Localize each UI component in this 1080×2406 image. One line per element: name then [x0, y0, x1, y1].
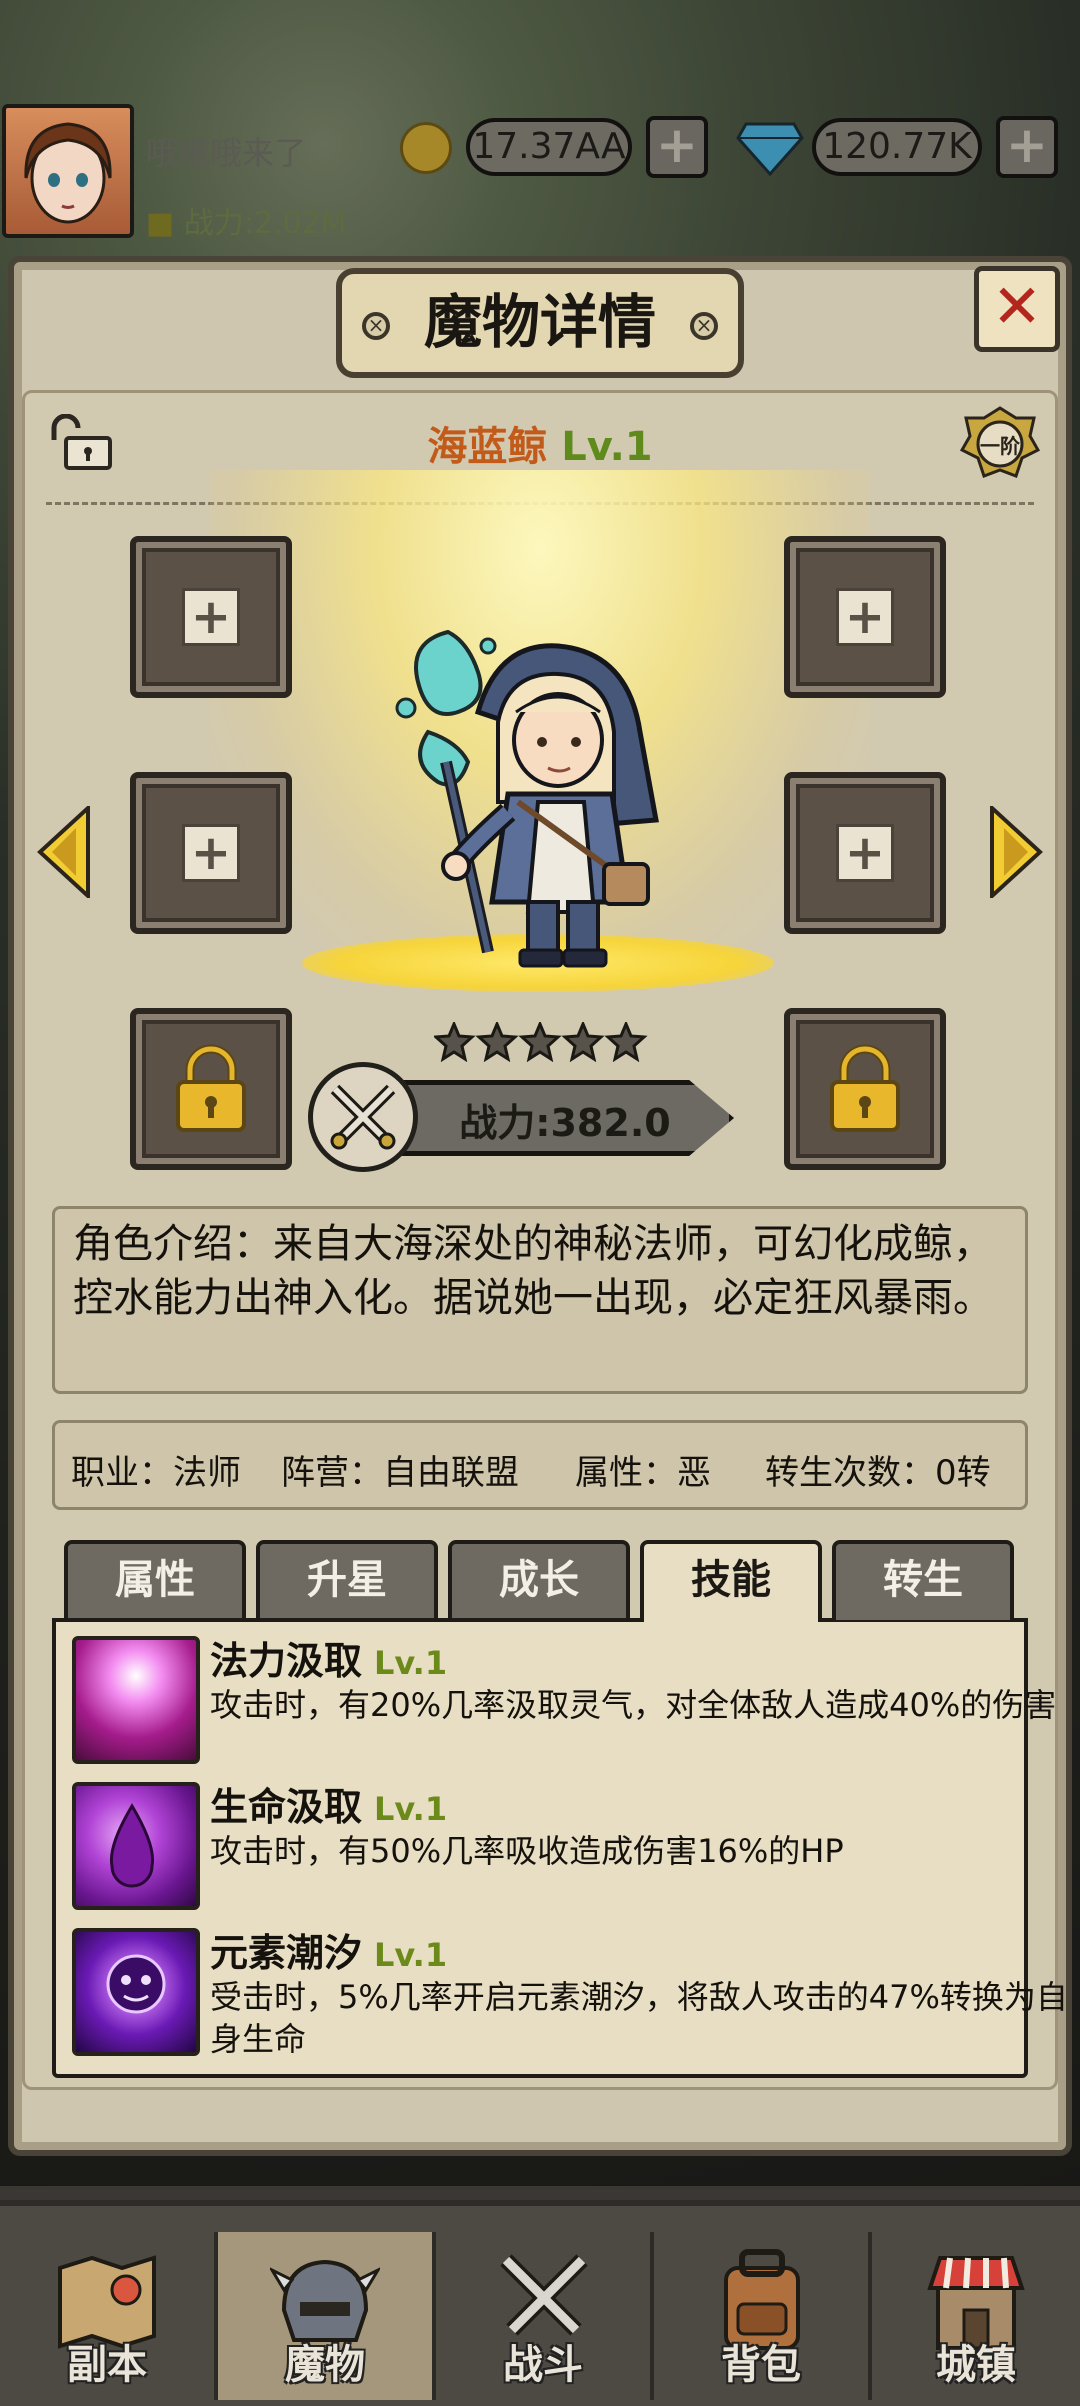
monster-power: 战力:382.0	[459, 1101, 671, 1145]
monster-character	[388, 612, 698, 974]
tab-growth[interactable]: 成长	[448, 1540, 630, 1620]
equip-slot-3[interactable]: +	[784, 536, 946, 698]
nav-label: 魔物	[285, 2342, 365, 2388]
skill-name: 元素潮汐	[210, 1931, 363, 1975]
panel-title: 魔物详情	[336, 268, 744, 378]
close-button[interactable]: ✕	[974, 266, 1060, 352]
add-diamond-button[interactable]: +	[996, 116, 1058, 178]
nav-label: 背包	[721, 2342, 801, 2388]
skill-name: 法力汲取	[210, 1639, 363, 1683]
nav-dungeon[interactable]: 副本	[0, 2232, 214, 2400]
title-stud-icon: ×	[690, 312, 718, 340]
tab-skills[interactable]: 技能	[640, 1540, 822, 1622]
skill-description: 受击时，5%几率开启元素潮汐，将敌人攻击的47%转换为自身生命	[210, 1978, 1068, 2058]
next-arrow-icon[interactable]	[988, 806, 1044, 898]
add-equip-icon: +	[182, 588, 240, 646]
padlock-icon	[176, 1044, 246, 1132]
attribute-label: 属性：恶	[575, 1453, 711, 1493]
skill-3: 元素潮汐 Lv.1	[210, 1922, 447, 1977]
nav-label: 副本	[67, 2342, 147, 2388]
tab-rebirth[interactable]: 转生	[832, 1540, 1014, 1620]
equip-slot-2[interactable]: +	[130, 772, 292, 934]
gold-coin-icon	[400, 122, 452, 174]
nav-battle[interactable]: 战斗	[436, 2232, 650, 2400]
add-equip-icon: +	[836, 824, 894, 882]
nav-monster[interactable]: 魔物	[218, 2232, 432, 2400]
equip-slot-1[interactable]: +	[130, 536, 292, 698]
skill-description: 攻击时，有50%几率吸收造成伤害16%的HP	[210, 1832, 844, 1870]
player-name: 哦哦哦来了	[146, 134, 307, 172]
equip-slot-locked-1[interactable]	[130, 1008, 292, 1170]
diamond-icon	[736, 120, 804, 177]
player-avatar[interactable]	[2, 104, 134, 238]
tab-star-up[interactable]: 升星	[256, 1540, 438, 1620]
star-rating	[432, 1020, 654, 1063]
element-tide-icon	[72, 1928, 200, 2056]
monster-name-level: 海蓝鲸 Lv.1	[300, 414, 780, 472]
tab-attributes[interactable]: 属性	[64, 1540, 246, 1620]
add-equip-icon: +	[836, 588, 894, 646]
camp-label: 阵营：自由联盟	[281, 1453, 519, 1493]
crossed-swords-icon	[308, 1062, 418, 1172]
close-icon: ✕	[991, 272, 1043, 342]
title-stud-icon: ×	[362, 312, 390, 340]
player-power: ■ 战力:2.02M	[146, 198, 347, 242]
monster-description: 角色介绍：来自大海深处的神秘法师，可幻化成鲸，控水能力出神入化。据说她一出现，必…	[52, 1206, 1028, 1394]
rank-text: 一阶	[980, 434, 1020, 458]
prev-arrow-icon[interactable]	[36, 806, 92, 898]
skill-level: Lv.1	[374, 1936, 448, 1974]
add-equip-icon: +	[182, 824, 240, 882]
power-icon: ■	[146, 206, 175, 241]
player-power-value: 战力:2.02M	[183, 206, 347, 241]
monster-level: Lv.1	[561, 424, 653, 470]
skill-1: 法力汲取 Lv.1	[210, 1630, 447, 1685]
monster-info-row: 职业：法师 阵营：自由联盟 属性：恶 转生次数：0转	[52, 1420, 1028, 1510]
add-gold-button[interactable]: +	[646, 116, 708, 178]
nav-town[interactable]: 城镇	[872, 2232, 1080, 2400]
job-label: 职业：法师	[71, 1453, 241, 1493]
skill-level: Lv.1	[374, 1790, 448, 1828]
skill-2: 生命汲取 Lv.1	[210, 1776, 447, 1831]
skill-description: 攻击时，有20%几率汲取灵气，对全体敌人造成40%的伤害	[210, 1686, 1057, 1724]
rebirth-label: 转生次数：0转	[765, 1453, 991, 1493]
skill-name: 生命汲取	[210, 1785, 363, 1829]
nav-backpack[interactable]: 背包	[654, 2232, 868, 2400]
equip-slot-locked-2[interactable]	[784, 1008, 946, 1170]
nav-label: 战斗	[503, 2342, 583, 2388]
equip-slot-4[interactable]: +	[784, 772, 946, 934]
skill-level: Lv.1	[374, 1644, 448, 1682]
padlock-icon	[830, 1044, 900, 1132]
monster-name: 海蓝鲸	[427, 424, 548, 470]
nav-label: 城镇	[936, 2342, 1016, 2388]
life-drain-icon	[72, 1782, 200, 1910]
diamond-amount: 120.77K	[812, 118, 982, 176]
unlock-icon[interactable]	[46, 413, 114, 472]
gold-amount: 17.37AA	[466, 118, 632, 176]
mana-drain-icon	[72, 1636, 200, 1764]
